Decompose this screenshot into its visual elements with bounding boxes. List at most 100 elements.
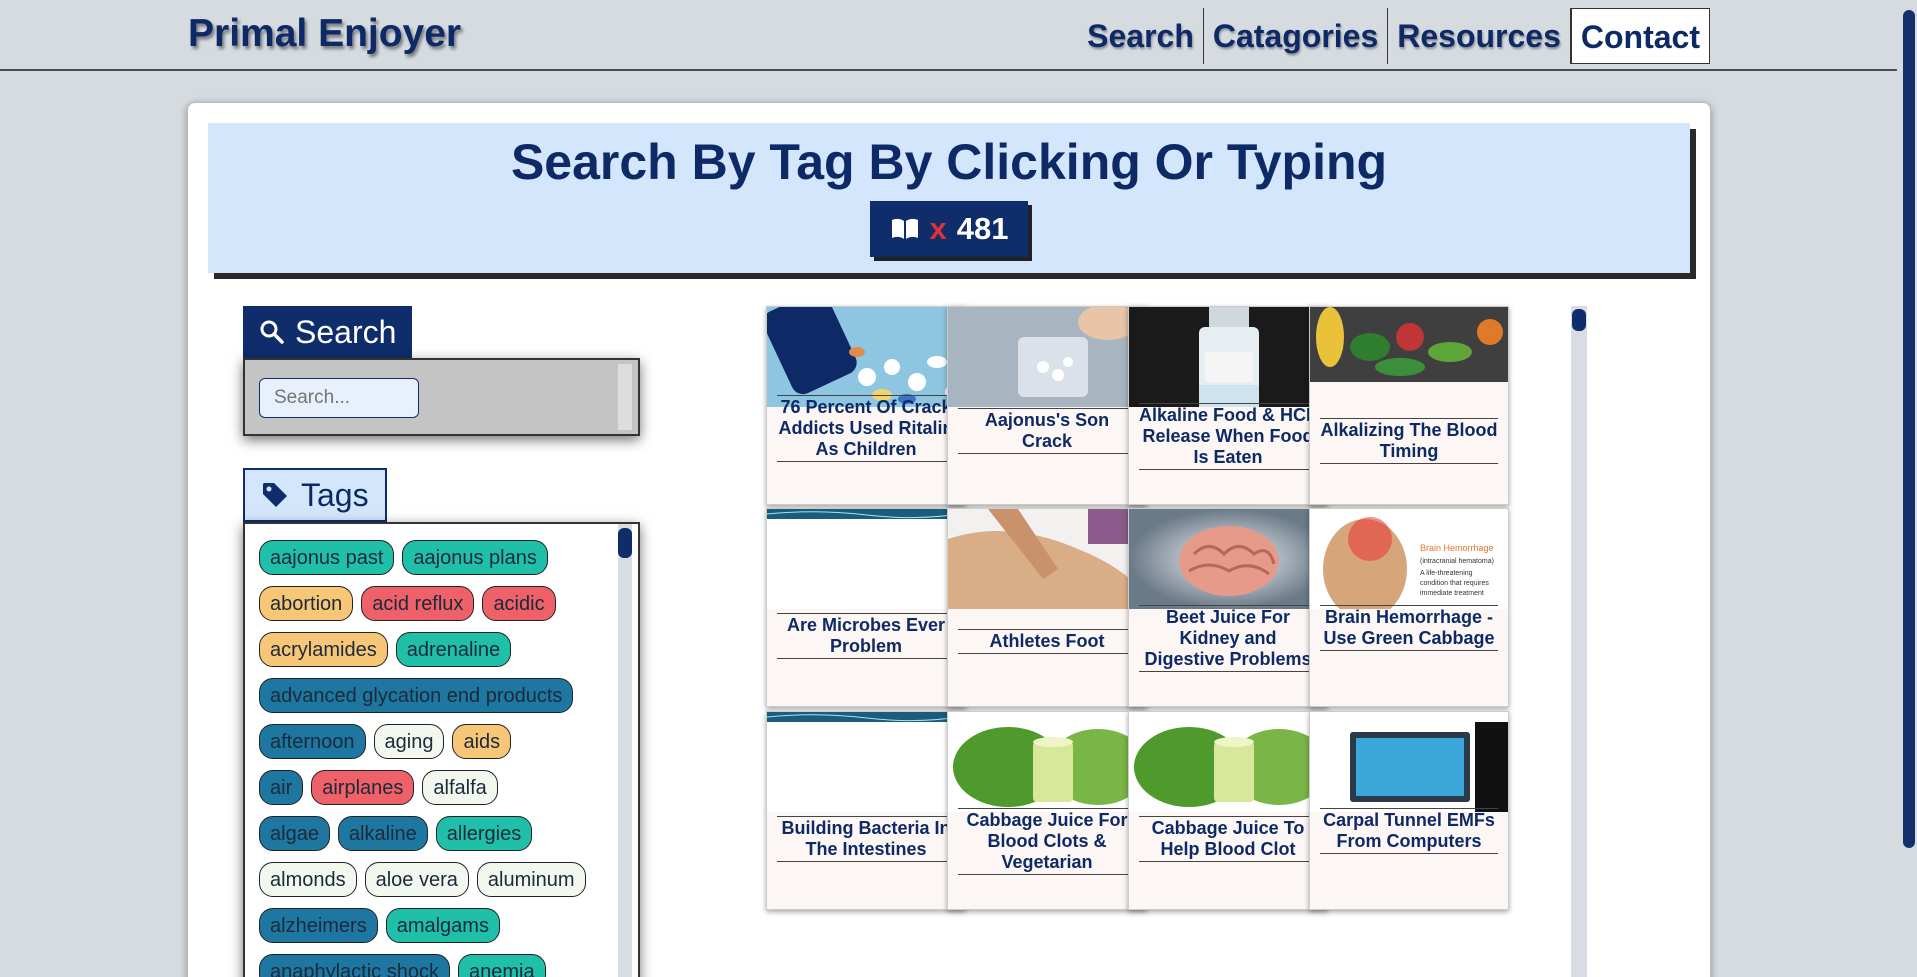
article-thumbnail — [767, 307, 965, 407]
header-bar: Primal Enjoyer Search Catagories Resourc… — [0, 0, 1917, 71]
search-section-label: Search — [295, 313, 397, 350]
article-card[interactable]: Cabbage Juice To Help Blood Clot — [1128, 711, 1328, 910]
page-scrollbar-thumb[interactable] — [1903, 10, 1915, 848]
article-card[interactable]: Beet Juice For Kidney and Digestive Prob… — [1128, 508, 1328, 707]
tag-chip[interactable]: acidic — [482, 586, 556, 621]
article-card[interactable]: 76 Percent Of Crack Addicts Used Ritalin… — [766, 306, 966, 505]
article-card[interactable]: Carpal Tunnel EMFs From Computers — [1309, 711, 1509, 910]
search-input[interactable] — [259, 378, 419, 418]
tags-section-header[interactable]: Tags — [243, 468, 387, 522]
article-count: 481 — [956, 211, 1009, 246]
tag-chip[interactable]: aajonus past — [259, 540, 395, 575]
count-multiplier: x — [929, 211, 947, 246]
tags-scrollbar-thumb[interactable] — [618, 528, 632, 558]
article-card[interactable]: Brain Hemorrhage (intracranial hematoma)… — [1309, 508, 1509, 707]
tag-chip[interactable]: aluminum — [476, 862, 586, 897]
tag-chip[interactable]: afternoon — [259, 724, 366, 759]
nav-search[interactable]: Search — [1078, 8, 1204, 64]
article-thumbnail — [1310, 307, 1508, 407]
article-thumbnail — [948, 307, 1146, 407]
tag-chip[interactable]: almonds — [259, 862, 357, 897]
article-thumbnail — [1310, 712, 1508, 812]
tag-row: acrylamides adrenaline — [259, 632, 614, 667]
article-grid-scrollbar[interactable] — [1571, 306, 1587, 977]
tag-chip[interactable]: anaphylactic shock — [259, 954, 450, 977]
site-logo[interactable]: Primal Enjoyer — [188, 12, 461, 56]
article-title[interactable]: Alkalizing The Blood Timing — [1320, 418, 1498, 464]
hero-banner: Search By Tag By Clicking Or Typing x 48… — [208, 123, 1690, 273]
tags-scrollbar[interactable] — [618, 524, 632, 977]
nav-contact[interactable]: Contact — [1570, 8, 1710, 64]
nav-categories[interactable]: Catagories — [1204, 8, 1389, 64]
article-title[interactable]: Beet Juice For Kidney and Digestive Prob… — [1139, 605, 1317, 672]
article-thumbnail — [767, 509, 965, 609]
article-title[interactable]: Cabbage Juice For Blood Clots & Vegetari… — [958, 808, 1136, 875]
main-card: Search By Tag By Clicking Or Typing x 48… — [187, 102, 1711, 977]
tag-chip[interactable]: anemia — [457, 954, 546, 977]
article-title[interactable]: Cabbage Juice To Help Blood Clot — [1139, 816, 1317, 862]
tag-chip[interactable]: algae — [259, 816, 330, 851]
svg-text:immediate treatment: immediate treatment — [1420, 590, 1484, 597]
article-grid-scrollbar-thumb[interactable] — [1572, 309, 1586, 331]
article-thumbnail — [1129, 307, 1327, 407]
tag-chip[interactable]: amalgams — [385, 908, 500, 943]
article-thumbnail — [948, 509, 1146, 609]
tag-row: almonds aloe vera aluminum — [259, 862, 614, 897]
tag-chip[interactable]: airplanes — [311, 770, 415, 805]
article-thumbnail — [1129, 712, 1327, 812]
svg-text:condition that requires: condition that requires — [1420, 580, 1489, 587]
article-title[interactable]: Brain Hemorrhage - Use Green Cabbage — [1320, 605, 1498, 651]
search-section-header[interactable]: Search — [243, 306, 413, 358]
tag-chip[interactable]: air — [259, 770, 304, 805]
article-count-badge: x 481 — [869, 201, 1029, 257]
tag-row: algae alkaline allergies — [259, 816, 614, 851]
article-card[interactable]: Building Bacteria In The Intestines — [766, 711, 966, 910]
tag-chip[interactable]: aging — [373, 724, 445, 759]
tag-chip[interactable]: aids — [452, 724, 512, 759]
tags-list: aajonus past aajonus plans abortion acid re… — [259, 540, 614, 977]
tags-panel: aajonus past aajonus plans abortion acid re… — [243, 522, 640, 977]
article-title[interactable]: Building Bacteria In The Intestines — [777, 816, 955, 862]
tag-chip[interactable]: aajonus plans — [402, 540, 548, 575]
article-thumbnail — [767, 712, 965, 812]
article-card[interactable]: Alkalizing The Blood Timing — [1309, 306, 1509, 505]
tag-chip[interactable]: adrenaline — [395, 632, 512, 667]
tag-chip[interactable]: alzheimers — [259, 908, 378, 943]
article-card[interactable]: Alkaline Food & HCL Release When Food Is… — [1128, 306, 1328, 505]
book-icon — [891, 218, 918, 239]
article-title[interactable]: Athletes Foot — [958, 629, 1136, 654]
article-thumbnail — [1129, 509, 1327, 609]
tag-row: aajonus past aajonus plans — [259, 540, 614, 575]
search-icon — [260, 320, 284, 344]
article-title[interactable]: Alkaline Food & HCL Release When Food Is… — [1139, 403, 1317, 470]
tag-chip[interactable]: acrylamides — [259, 632, 388, 667]
tag-row: air airplanes alfalfa — [259, 770, 614, 805]
tag-chip[interactable]: acid reflux — [361, 586, 475, 621]
tag-chip[interactable]: advanced glycation end products — [259, 678, 574, 713]
nav-resources[interactable]: Resources — [1388, 8, 1571, 64]
tag-chip[interactable]: abortion — [259, 586, 354, 621]
page-scrollbar[interactable] — [1897, 0, 1917, 977]
search-panel — [243, 358, 640, 436]
svg-text:(intracranial hematoma): (intracranial hematoma) — [1420, 558, 1494, 565]
article-title[interactable]: 76 Percent Of Crack Addicts Used Ritalin… — [777, 395, 955, 462]
tag-chip[interactable]: alfalfa — [422, 770, 498, 805]
article-card[interactable]: Cabbage Juice For Blood Clots & Vegetari… — [947, 711, 1147, 910]
tag-icon — [263, 483, 287, 507]
tag-row: abortion acid reflux acidic — [259, 586, 614, 621]
article-card[interactable]: Are Microbes Ever Problem — [766, 508, 966, 707]
article-title[interactable]: Carpal Tunnel EMFs From Computers — [1320, 808, 1498, 854]
tag-row: afternoon aging aids — [259, 724, 614, 759]
article-card[interactable]: Aajonus's Son Crack — [947, 306, 1147, 505]
tag-row: advanced glycation end products — [259, 678, 614, 713]
tag-chip[interactable]: alkaline — [337, 816, 428, 851]
svg-text:A life-threatening: A life-threatening — [1420, 570, 1473, 577]
search-panel-scrollbar[interactable] — [618, 364, 632, 430]
article-title[interactable]: Are Microbes Ever Problem — [777, 613, 955, 659]
tag-chip[interactable]: aloe vera — [364, 862, 469, 897]
tag-chip[interactable]: allergies — [435, 816, 533, 851]
svg-text:Brain Hemorrhage: Brain Hemorrhage — [1420, 543, 1494, 553]
article-card[interactable]: Athletes Foot — [947, 508, 1147, 707]
tags-section-label: Tags — [301, 476, 369, 513]
article-title[interactable]: Aajonus's Son Crack — [958, 408, 1136, 454]
